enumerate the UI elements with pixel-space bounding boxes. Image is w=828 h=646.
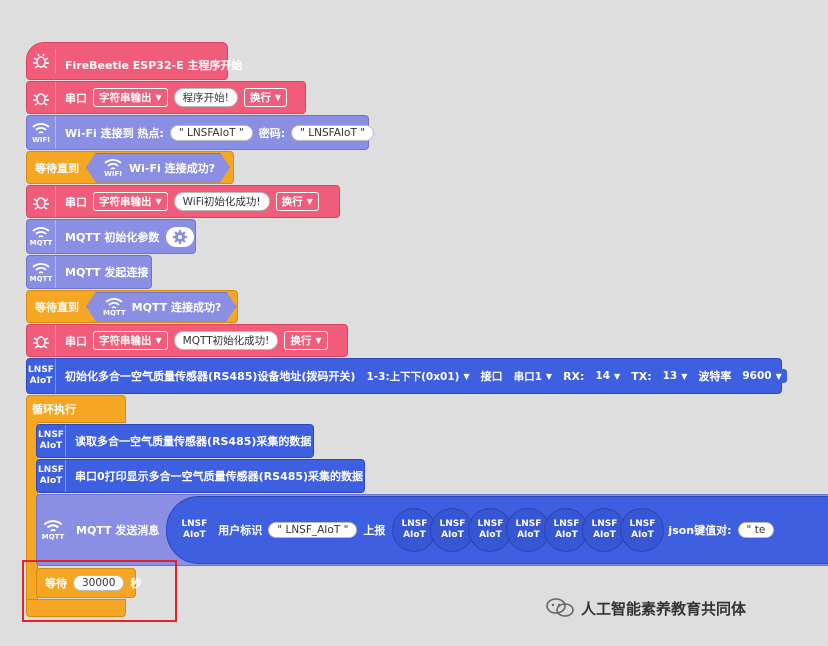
user-id-label: 用户标识 xyxy=(218,524,263,537)
nested-reporter-7[interactable]: LNSF AIoT xyxy=(620,508,665,552)
serial-print-block-2[interactable]: 串口 字符串输出 ▼ WiFi初始化成功! 换行 ▼ xyxy=(26,185,340,218)
wechat-icon xyxy=(545,596,575,620)
baud-label: 波特率 xyxy=(698,370,732,383)
newline-dropdown[interactable]: 换行 ▼ xyxy=(243,88,288,107)
wifi-connect-label: Wi-Fi 连接到 热点: xyxy=(65,126,164,140)
newline-dropdown[interactable]: 换行 ▼ xyxy=(284,331,328,350)
start-block[interactable]: FireBeetle ESP32-E 主程序开始 xyxy=(26,42,243,80)
bug-icon xyxy=(27,325,56,356)
password-label: 密码: xyxy=(258,126,286,140)
gear-icon[interactable] xyxy=(166,226,195,247)
lnsf-aiot-icon: LNSF AIoT xyxy=(37,460,66,492)
read-sensor-label: 读取多合一空气质量传感器(RS485)采集的数据 xyxy=(75,435,312,448)
rx-label: RX: xyxy=(563,369,585,383)
serial-print-block-3[interactable]: 串口 字符串输出 ▼ MQTT初始化成功! 换行 ▼ xyxy=(26,324,348,357)
wifi-connected-condition[interactable]: WIFI Wi-Fi 连接成功? xyxy=(86,153,230,183)
mqtt-connect-label: MQTT 发起连接 xyxy=(65,266,149,279)
mqtt-icon: MQTT xyxy=(39,495,67,565)
serial-mode-dropdown[interactable]: 字符串输出 ▼ xyxy=(93,331,168,350)
wifi-connect-block[interactable]: WIFI Wi-Fi 连接到 热点: " LNSFAIoT " 密码: " LN… xyxy=(26,115,375,150)
wait-until-label: 等待直到 xyxy=(35,161,79,175)
sensor-init-block[interactable]: LNSF AIoT 初始化多合一空气质量传感器(RS485)设备地址(拨码开关) … xyxy=(26,358,787,394)
print-sensor-block[interactable]: LNSF AIoT 串口0打印显示多合一空气质量传感器(RS485)采集的数据 xyxy=(36,459,365,493)
serial-mode-dropdown[interactable]: 字符串输出 ▼ xyxy=(93,88,168,107)
mqtt-icon: MQTT xyxy=(27,256,56,288)
loop-label: 循环执行 xyxy=(32,403,76,416)
serial-label: 串口 xyxy=(65,195,87,209)
report-label: 上报 xyxy=(363,524,386,537)
lnsf-aiot-icon: LNSF AIoT xyxy=(27,359,56,393)
watermark-text: 人工智能素养教育共同体 xyxy=(581,599,747,618)
wifi-icon: WIFI xyxy=(103,158,123,178)
serial-text-input[interactable]: WiFi初始化成功! xyxy=(173,192,270,211)
serial-print-block-1[interactable]: 串口 字符串输出 ▼ 程序开始! 换行 ▼ xyxy=(26,81,306,114)
port-label: 接口 xyxy=(480,370,503,383)
serial-text-input[interactable]: MQTT初始化成功! xyxy=(173,331,279,350)
json-label: json键值对: xyxy=(668,524,732,537)
bug-icon xyxy=(27,49,56,73)
sensor-init-label: 初始化多合一空气质量传感器(RS485)设备地址(拨码开关) xyxy=(65,370,356,383)
lnsf-aiot-icon: LNSF AIoT xyxy=(37,425,66,457)
loop-header: 循环执行 xyxy=(26,395,126,423)
mqtt-send-label: MQTT 发送消息 xyxy=(76,524,160,537)
baud-dropdown[interactable]: 9600 ▼ xyxy=(737,369,787,383)
serial-mode-dropdown[interactable]: 字符串输出 ▼ xyxy=(93,192,168,211)
serial-text-input[interactable]: 程序开始! xyxy=(173,88,238,107)
rx-dropdown[interactable]: 14 ▼ xyxy=(590,369,626,383)
port-dropdown[interactable]: 串口1 ▼ xyxy=(508,367,558,385)
user-id-input[interactable]: " LNSF_AIoT " xyxy=(268,522,358,538)
wait-wifi-block[interactable]: 等待直到 WIFI Wi-Fi 连接成功? xyxy=(26,151,234,184)
highlight-box xyxy=(22,560,177,622)
serial-label: 串口 xyxy=(65,91,87,105)
mqtt-icon: MQTT xyxy=(27,220,56,253)
watermark: 人工智能素养教育共同体 xyxy=(545,596,746,620)
read-sensor-block[interactable]: LNSF AIoT 读取多合一空气质量传感器(RS485)采集的数据 xyxy=(36,424,314,458)
tx-label: TX: xyxy=(631,369,652,383)
password-input[interactable]: " LNSFAIoT " xyxy=(291,124,375,141)
mqtt-send-block[interactable]: MQTT MQTT 发送消息 LNSF AIoT 用户标识 " LNSF_AIoT… xyxy=(36,494,828,566)
wait-until-label: 等待直到 xyxy=(35,300,79,314)
tx-dropdown[interactable]: 13 ▼ xyxy=(657,369,693,383)
mqtt-icon: MQTT xyxy=(103,297,126,317)
wifi-icon: WIFI xyxy=(27,116,56,149)
bug-icon xyxy=(27,186,56,217)
mqtt-connect-block[interactable]: MQTT MQTT 发起连接 xyxy=(26,255,152,289)
mqtt-init-block[interactable]: MQTT MQTT 初始化参数 xyxy=(26,219,196,254)
lnsf-aiot-icon: LNSF AIoT xyxy=(181,519,208,540)
newline-dropdown[interactable]: 换行 ▼ xyxy=(275,192,319,211)
serial-label: 串口 xyxy=(65,334,87,348)
print-sensor-label: 串口0打印显示多合一空气质量传感器(RS485)采集的数据 xyxy=(75,470,364,483)
start-label: FireBeetle ESP32-E 主程序开始 xyxy=(65,59,243,72)
message-reporter[interactable]: LNSF AIoT 用户标识 " LNSF_AIoT " 上报 LNSF AIoT … xyxy=(166,496,828,564)
bug-icon xyxy=(27,82,56,113)
mqtt-connected-condition[interactable]: MQTT MQTT 连接成功? xyxy=(86,292,236,322)
ssid-input[interactable]: " LNSFAIoT " xyxy=(169,124,253,141)
json-value-input[interactable]: " te xyxy=(737,522,775,538)
wait-mqtt-block[interactable]: 等待直到 MQTT MQTT 连接成功? xyxy=(26,290,238,323)
mqtt-init-label: MQTT 初始化参数 xyxy=(65,230,160,244)
address-dropdown[interactable]: 1-3:上下下(0x01) ▼ xyxy=(361,367,475,385)
